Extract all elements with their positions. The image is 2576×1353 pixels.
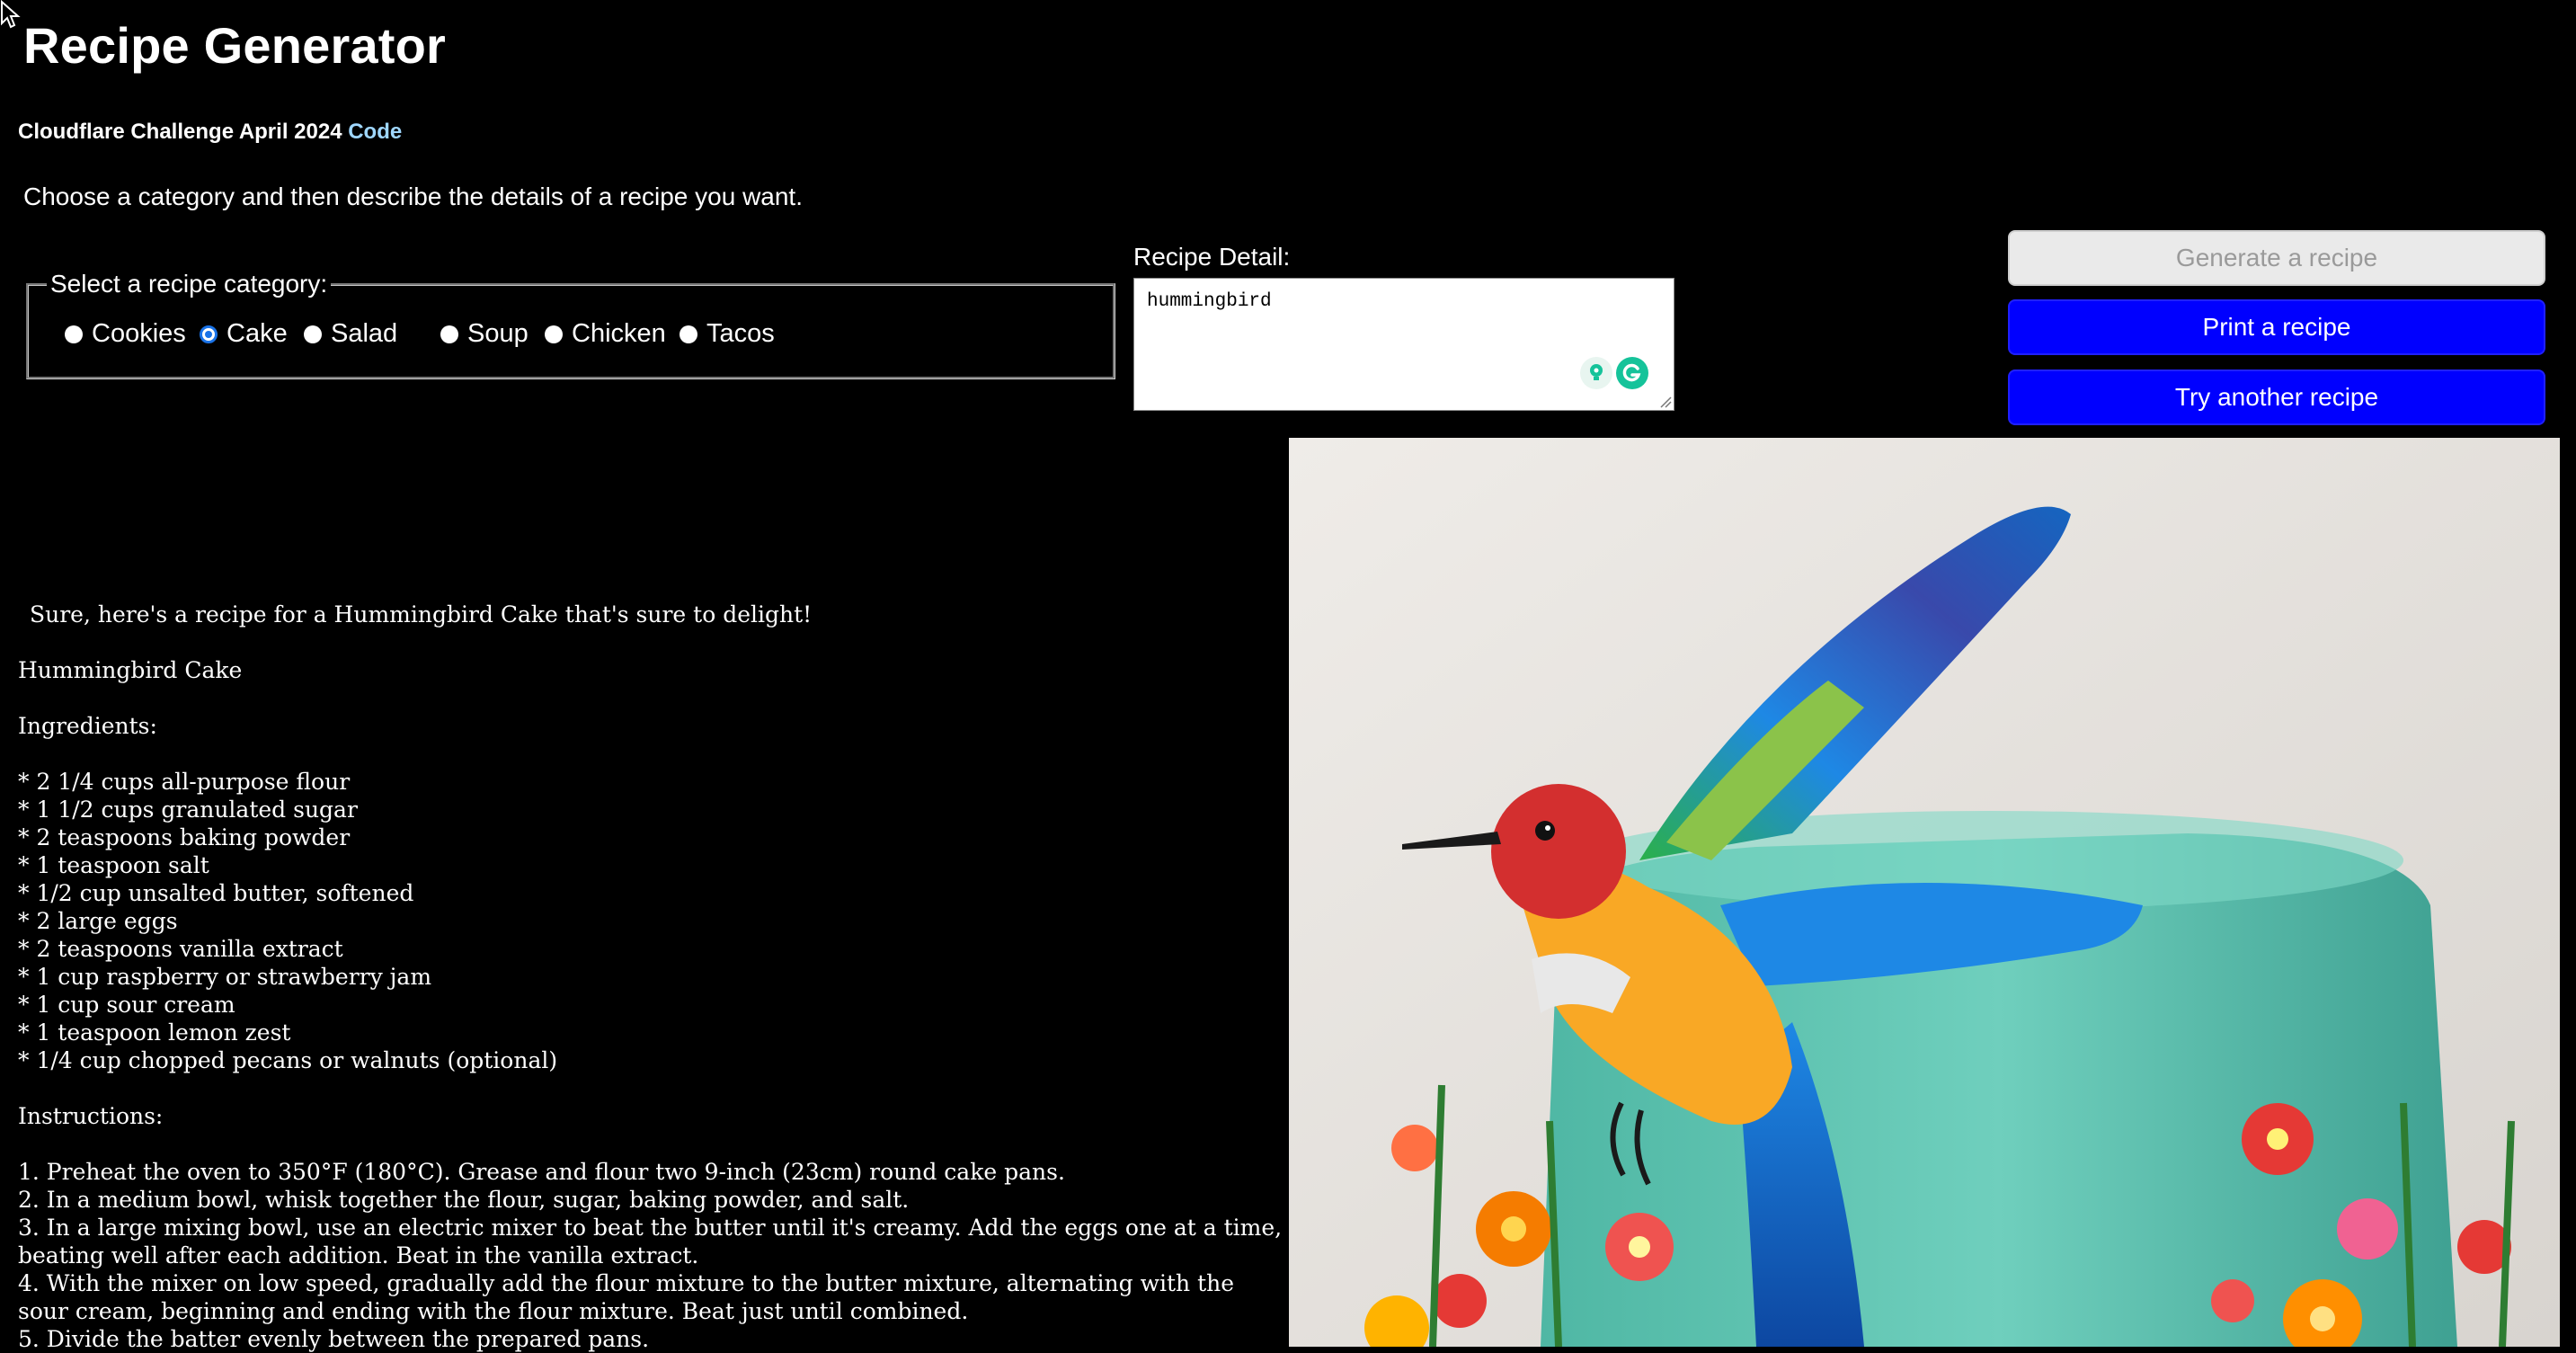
ingredient-item: * 1 cup sour cream — [18, 992, 235, 1018]
ingredient-item: * 1 cup raspberry or strawberry jam — [18, 964, 432, 990]
instruction-step: 3. In a large mixing bowl, use an electr… — [18, 1215, 1283, 1268]
radio-salad[interactable]: Salad — [304, 319, 397, 349]
try-another-recipe-button[interactable]: Try another recipe — [2008, 369, 2545, 425]
ingredient-item: * 1 teaspoon salt — [18, 852, 209, 878]
radio-button[interactable] — [545, 325, 563, 343]
hummingbird-cake-illustration — [1289, 438, 2560, 1347]
intro-text: Choose a category and then describe the … — [23, 182, 803, 210]
grammarly-widget[interactable] — [1580, 357, 1648, 389]
code-link[interactable]: Code — [348, 120, 402, 144]
radio-label: Salad — [331, 319, 398, 348]
instructions-heading: Instructions: — [18, 1103, 164, 1129]
arrow-cursor-icon — [1, 0, 21, 29]
instruction-step: 1. Preheat the oven to 350°F (180°C). Gr… — [18, 1159, 1065, 1185]
generate-recipe-button[interactable]: Generate a recipe — [2008, 230, 2545, 286]
ingredient-item: * 2 teaspoons baking powder — [18, 824, 351, 850]
ingredients-heading: Ingredients: — [18, 713, 157, 739]
recipe-detail-field[interactable]: hummingbird — [1133, 278, 1674, 411]
ingredient-item: * 1 teaspoon lemon zest — [18, 1019, 291, 1046]
radio-button[interactable] — [680, 325, 697, 343]
page-title: Recipe Generator — [23, 17, 447, 74]
recipe-detail-input[interactable]: hummingbird — [1134, 279, 1674, 410]
ingredient-item: * 2 large eggs — [18, 908, 178, 934]
radio-cake[interactable]: Cake — [200, 319, 288, 349]
ingredient-item: * 1 1/2 cups granulated sugar — [18, 797, 358, 823]
radio-soup[interactable]: Soup — [440, 319, 529, 349]
radio-label: Soup — [467, 319, 529, 348]
radio-button-checked[interactable] — [200, 325, 218, 343]
grammarly-icon[interactable] — [1616, 357, 1648, 389]
ingredient-item: * 1/4 cup chopped pecans or walnuts (opt… — [18, 1047, 558, 1073]
radio-label: Cake — [227, 319, 288, 348]
instruction-step: 2. In a medium bowl, whisk together the … — [18, 1187, 910, 1213]
radio-label: Chicken — [572, 319, 666, 348]
radio-button[interactable] — [440, 325, 458, 343]
recipe-detail-label: Recipe Detail: — [1133, 243, 1291, 271]
print-recipe-button[interactable]: Print a recipe — [2008, 299, 2545, 355]
radio-cookies[interactable]: Cookies — [65, 319, 186, 349]
challenge-text: Cloudflare Challenge April 2024 — [18, 120, 342, 144]
instruction-step: 4. With the mixer on low speed, graduall… — [18, 1270, 1235, 1324]
category-legend: Select a recipe category: — [50, 270, 328, 298]
ingredient-item: * 2 teaspoons vanilla extract — [18, 936, 343, 962]
instruction-step: 5. Divide the batter evenly between the … — [18, 1326, 650, 1352]
recipe-intro: Sure, here's a recipe for a Hummingbird … — [30, 601, 813, 628]
radio-label: Tacos — [706, 319, 775, 348]
radio-tacos[interactable]: Tacos — [680, 319, 775, 349]
recipe-title: Hummingbird Cake — [18, 657, 243, 683]
ingredient-item: * 1/2 cup unsalted butter, softened — [18, 880, 414, 906]
radio-chicken[interactable]: Chicken — [545, 319, 666, 349]
recipe-output: Sure, here's a recipe for a Hummingbird … — [18, 601, 1285, 1353]
recipe-image — [1289, 438, 2560, 1347]
radio-button[interactable] — [65, 325, 83, 343]
resize-handle-icon[interactable] — [1659, 396, 1672, 408]
lightbulb-icon[interactable] — [1580, 357, 1612, 389]
ingredient-item: * 2 1/4 cups all-purpose flour — [18, 769, 351, 795]
radio-label: Cookies — [92, 319, 186, 348]
challenge-line: Cloudflare Challenge April 2024 Code — [18, 120, 402, 145]
radio-button[interactable] — [304, 325, 322, 343]
